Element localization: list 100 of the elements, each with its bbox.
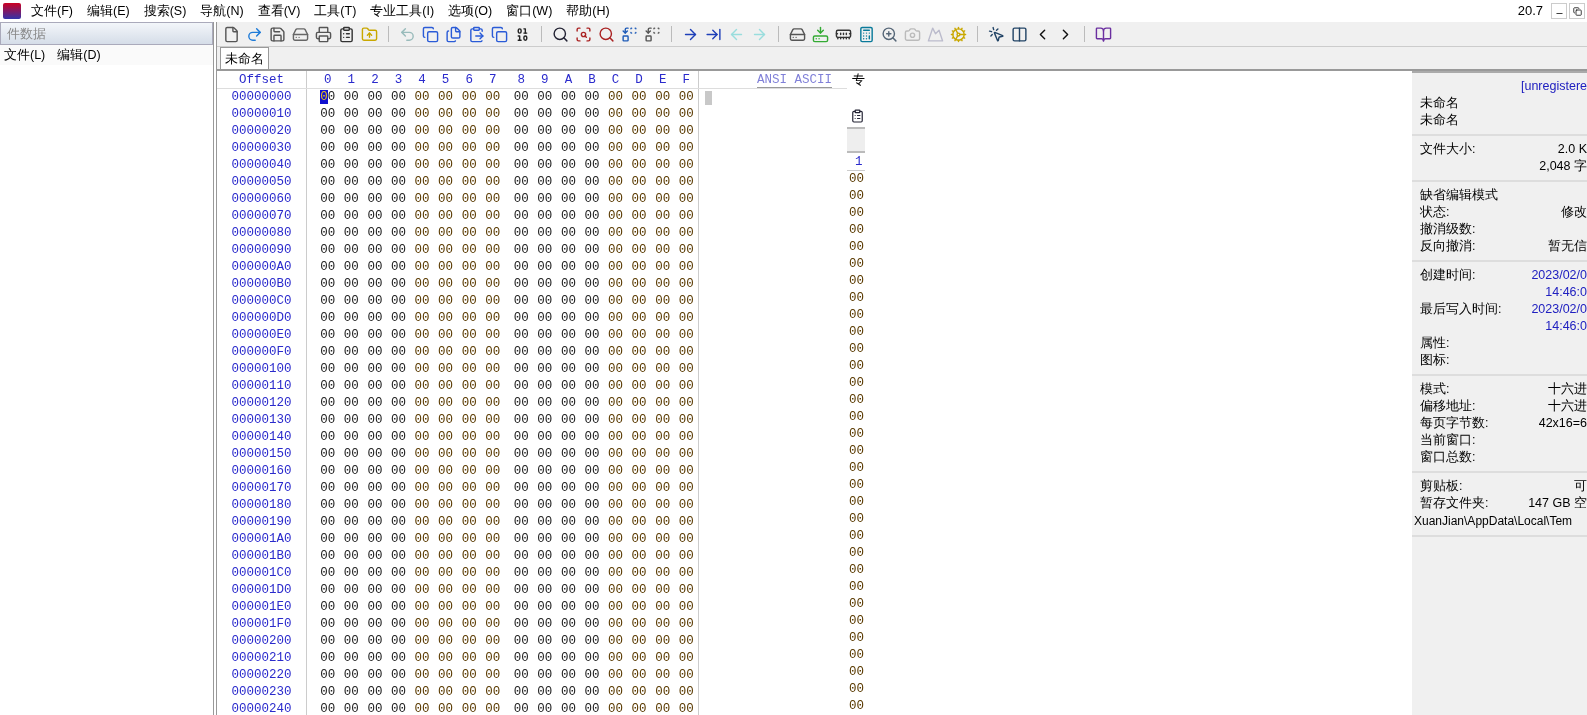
byte-cell[interactable]: 00 (627, 361, 651, 378)
byte-cell[interactable]: 00 (627, 293, 651, 310)
byte-cell[interactable]: 00 (457, 565, 481, 582)
byte-cell[interactable]: 00 (457, 344, 481, 361)
byte-cell[interactable]: 00 (674, 599, 698, 616)
byte-cell[interactable]: 00 (410, 242, 434, 259)
file-tab[interactable]: 未命名 (220, 47, 269, 69)
byte-cell[interactable]: 00 (457, 327, 481, 344)
byte-cell[interactable]: 00 (480, 701, 505, 715)
byte-cell[interactable]: 00 (410, 276, 434, 293)
byte-cell[interactable]: 00 (410, 582, 434, 599)
byte-cell[interactable]: 00 (674, 701, 698, 715)
byte-cell[interactable]: 00 (650, 89, 675, 106)
byte-cell[interactable]: 00 (339, 497, 364, 514)
byte-cell[interactable]: 00 (533, 123, 557, 140)
byte-cell[interactable]: 00 (509, 684, 534, 701)
byte-cell[interactable]: 00 (556, 225, 581, 242)
byte-cell[interactable]: 00 (580, 429, 604, 446)
byte-cell[interactable]: 00 (556, 667, 581, 684)
byte-cell[interactable]: 00 (627, 310, 651, 327)
byte-cell[interactable]: 00 (556, 616, 581, 633)
byte-cell[interactable]: 00 (533, 599, 557, 616)
byte-cell[interactable]: 00 (480, 293, 505, 310)
byte-cell[interactable]: 00 (533, 378, 557, 395)
byte-cell[interactable]: 00 (386, 684, 411, 701)
byte-cell[interactable]: 00 (533, 650, 557, 667)
byte-cell[interactable]: 00 (339, 191, 364, 208)
byte-cell[interactable]: 00 (556, 582, 581, 599)
byte-cell[interactable]: 00 (433, 616, 458, 633)
byte-cell[interactable]: 00 (556, 463, 581, 480)
byte-cell[interactable]: 00 (533, 480, 557, 497)
byte-cell[interactable]: 00 (363, 429, 387, 446)
byte-cell[interactable]: 00 (533, 684, 557, 701)
byte-cell[interactable]: 00 (433, 633, 458, 650)
byte-cell[interactable]: 00 (316, 633, 340, 650)
byte-cell[interactable]: 00 (363, 650, 387, 667)
byte-cell[interactable]: 00 (316, 378, 340, 395)
byte-cell[interactable]: 00 (674, 684, 698, 701)
byte-cell[interactable]: 00 (410, 106, 434, 123)
byte-cell[interactable]: 00 (650, 633, 675, 650)
byte-cell[interactable]: 00 (533, 327, 557, 344)
byte-cell[interactable]: 00 (650, 174, 675, 191)
byte-cell[interactable]: 00 (650, 701, 675, 715)
byte-cell[interactable]: 00 (386, 497, 411, 514)
byte-cell[interactable]: 00 (603, 89, 628, 106)
byte-cell[interactable]: 00 (509, 293, 534, 310)
byte-cell[interactable]: 00 (603, 599, 628, 616)
byte-cell[interactable]: 00 (627, 208, 651, 225)
byte-cell[interactable]: 00 (650, 514, 675, 531)
byte-cell[interactable]: 00 (433, 89, 458, 106)
byte-cell[interactable]: 00 (533, 616, 557, 633)
byte-cell[interactable]: 00 (480, 429, 505, 446)
byte-cell[interactable]: 00 (433, 650, 458, 667)
byte-cell[interactable]: 00 (627, 514, 651, 531)
byte-cell[interactable]: 00 (509, 429, 534, 446)
byte-cell[interactable]: 00 (339, 412, 364, 429)
byte-cell[interactable]: 00 (457, 276, 481, 293)
byte-cell[interactable]: 00 (410, 174, 434, 191)
byte-cell[interactable]: 00 (603, 191, 628, 208)
byte-cell[interactable]: 00 (480, 531, 505, 548)
byte-cell[interactable]: 00 (580, 531, 604, 548)
byte-cell[interactable]: 00 (316, 497, 340, 514)
byte-cell[interactable]: 00 (339, 140, 364, 157)
byte-cell[interactable]: 00 (386, 276, 411, 293)
byte-cell[interactable]: 00 (650, 395, 675, 412)
byte-cell[interactable]: 00 (533, 395, 557, 412)
byte-cell[interactable]: 00 (509, 497, 534, 514)
byte-cell[interactable]: 00 (339, 106, 364, 123)
arrow-icon[interactable] (246, 25, 263, 43)
byte-cell[interactable]: 00 (603, 633, 628, 650)
byte-cell[interactable]: 00 (316, 684, 340, 701)
byte-cell[interactable]: 00 (580, 344, 604, 361)
byte-cell[interactable]: 00 (480, 259, 505, 276)
byte-cell[interactable]: 00 (410, 395, 434, 412)
byte-cell[interactable]: 00 (650, 293, 675, 310)
byte-cell[interactable]: 00 (480, 565, 505, 582)
byte-cell[interactable]: 00 (480, 463, 505, 480)
byte-cell[interactable]: 00 (603, 412, 628, 429)
byte-cell[interactable]: 00 (627, 480, 651, 497)
byte-cell[interactable]: 00 (580, 89, 604, 106)
byte-cell[interactable]: 00 (533, 361, 557, 378)
byte-cell[interactable]: 00 (533, 582, 557, 599)
byte-cell[interactable]: 00 (556, 157, 581, 174)
byte-cell[interactable]: 00 (363, 259, 387, 276)
byte-cell[interactable]: 00 (627, 633, 651, 650)
byte-cell[interactable]: 00 (627, 599, 651, 616)
byte-cell[interactable]: 00 (316, 395, 340, 412)
byte-cell[interactable]: 00 (433, 310, 458, 327)
byte-cell[interactable]: 00 (433, 667, 458, 684)
byte-cell[interactable]: 00 (433, 208, 458, 225)
byte-cell[interactable]: 00 (603, 361, 628, 378)
byte-cell[interactable]: 00 (410, 616, 434, 633)
byte-cell[interactable]: 00 (363, 565, 387, 582)
byte-cell[interactable]: 00 (339, 225, 364, 242)
byte-cell[interactable]: 00 (556, 276, 581, 293)
byte-cell[interactable]: 00 (386, 412, 411, 429)
byte-cell[interactable]: 00 (363, 140, 387, 157)
byte-cell[interactable]: 00 (339, 310, 364, 327)
byte-cell[interactable]: 00 (410, 327, 434, 344)
byte-cell[interactable]: 00 (674, 463, 698, 480)
